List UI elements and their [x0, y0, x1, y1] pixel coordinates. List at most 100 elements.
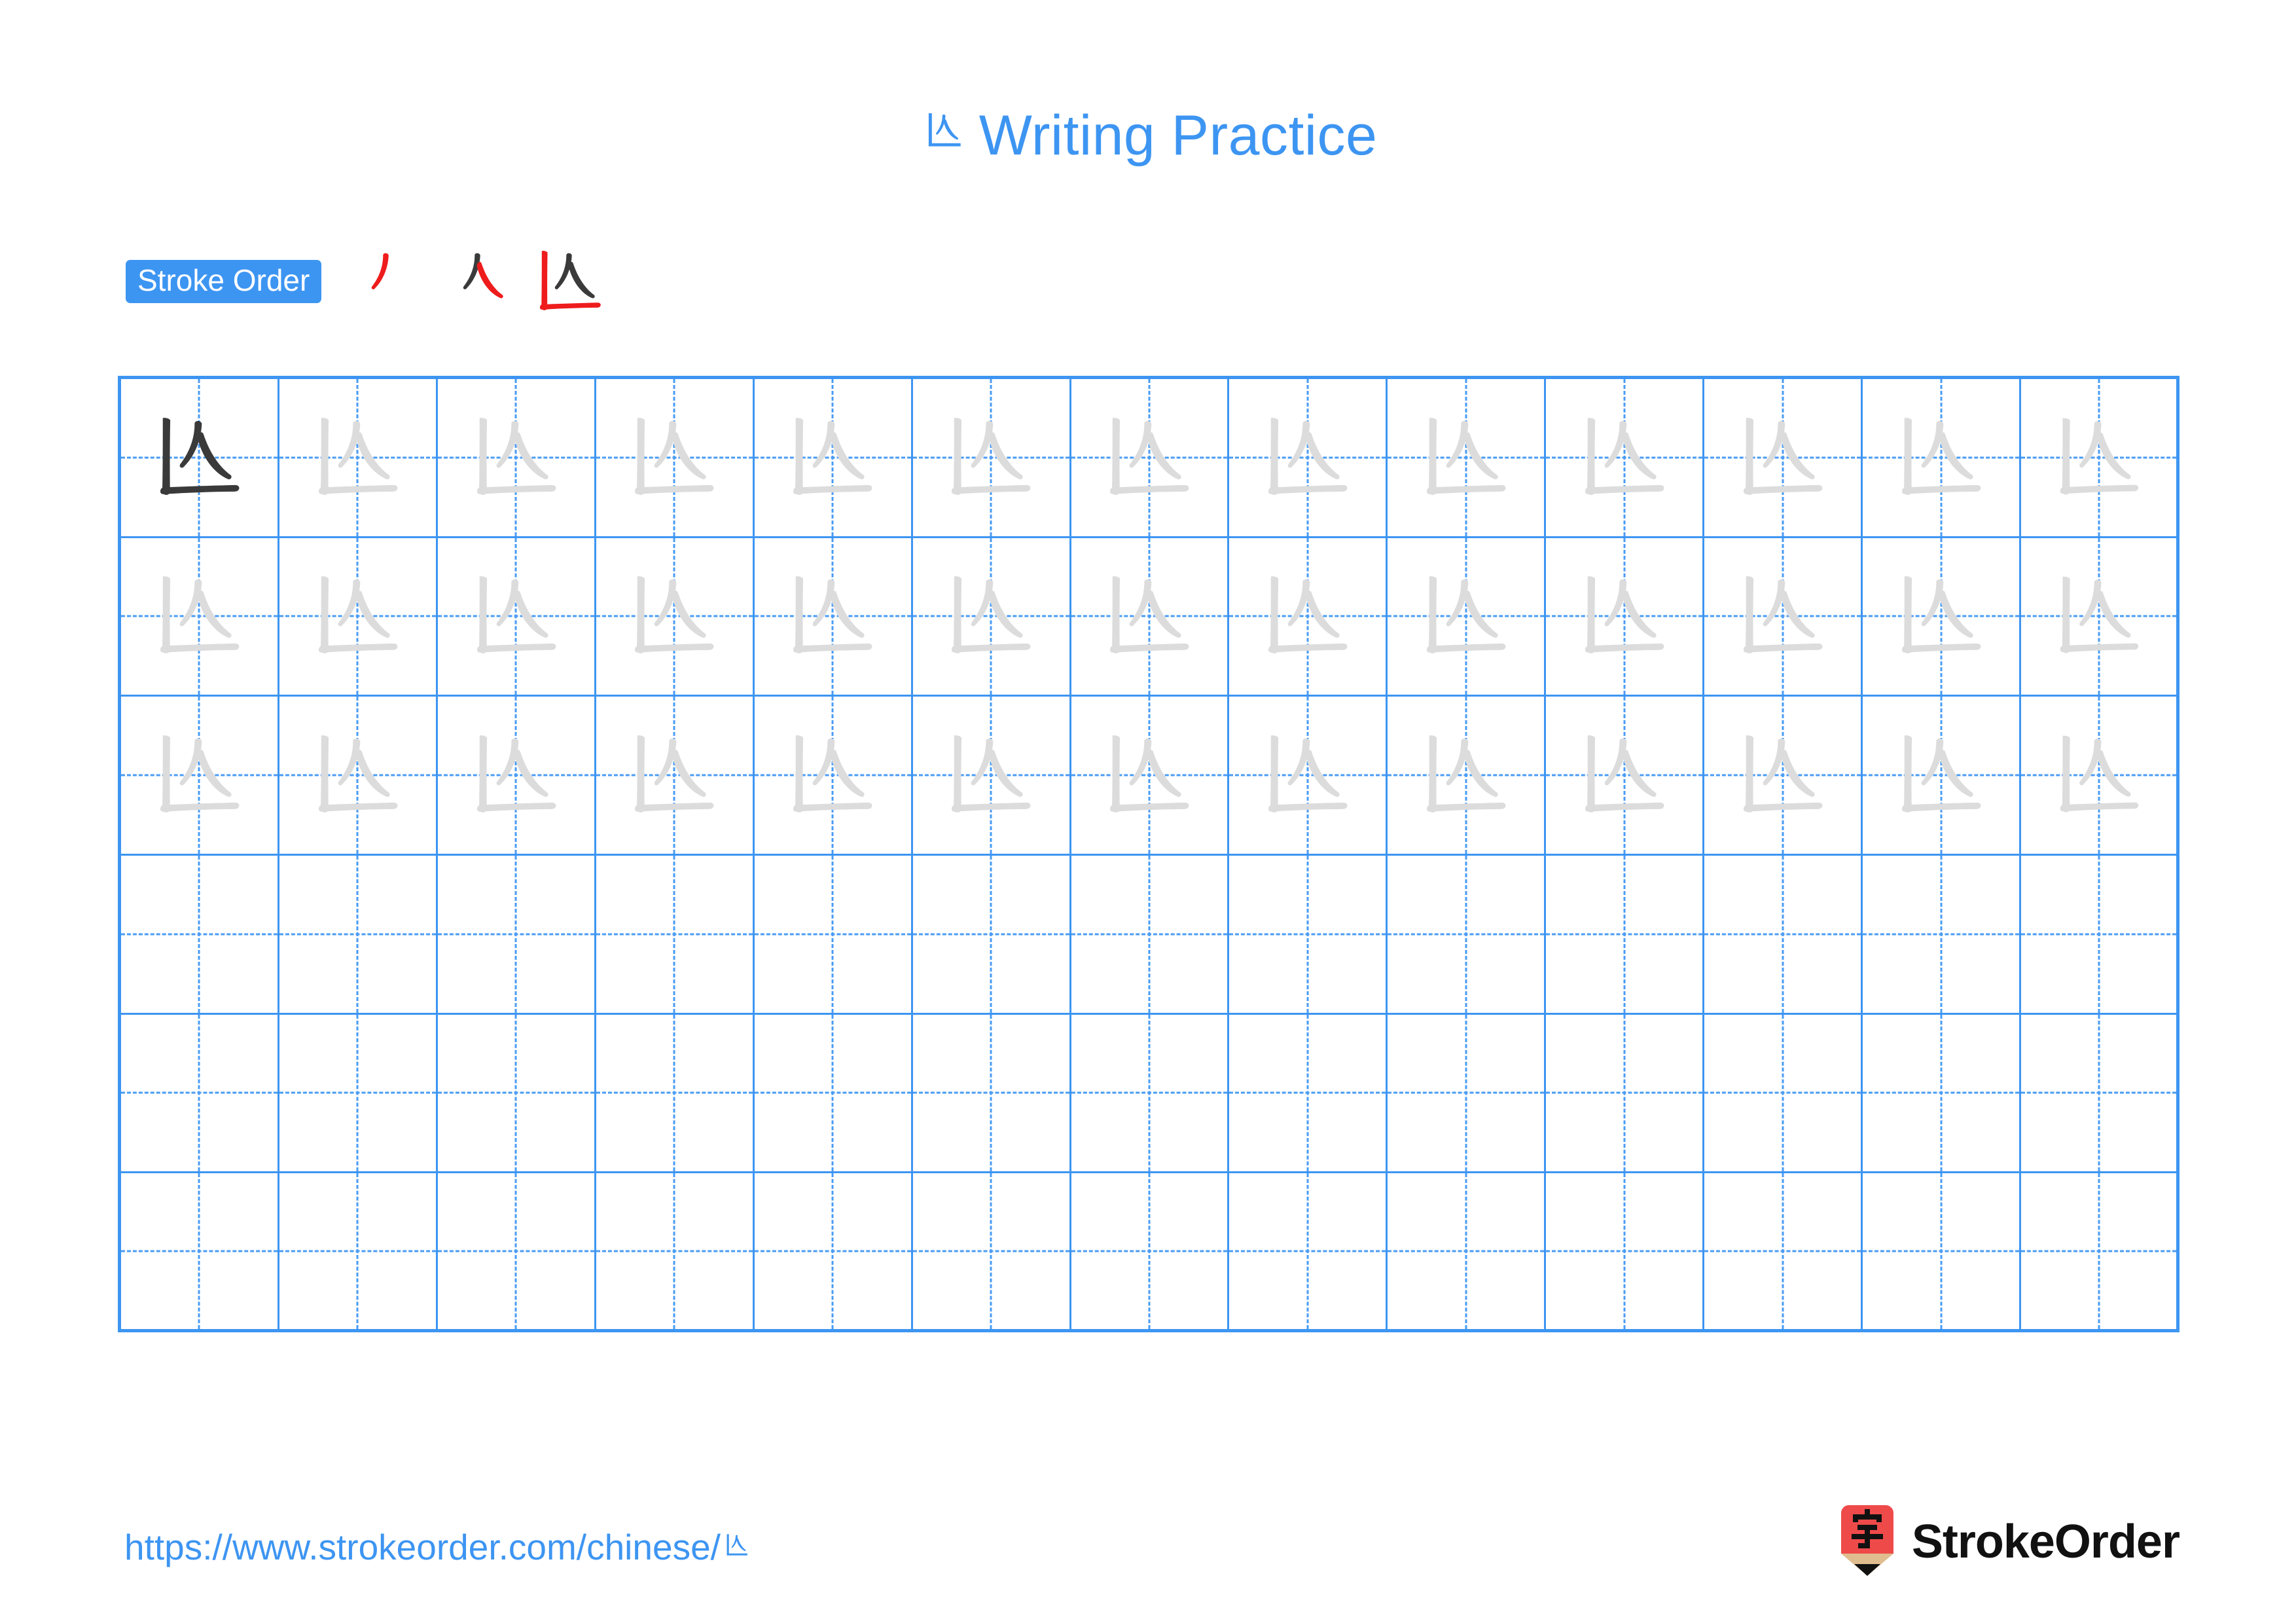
cell-guide-horizontal — [2021, 933, 2176, 936]
practice-cell-r4-c10[interactable] — [1546, 856, 1705, 1015]
practice-cell-r1-c5[interactable] — [754, 379, 913, 538]
practice-cell-r5-c6[interactable] — [912, 1014, 1071, 1174]
practice-cell-r2-c7[interactable] — [1071, 538, 1230, 697]
practice-cell-r5-c11[interactable] — [1704, 1014, 1863, 1174]
cell-guide-vertical — [990, 856, 992, 1013]
practice-cell-r4-c2[interactable] — [279, 856, 438, 1015]
practice-cell-r6-c8[interactable] — [1229, 1173, 1388, 1332]
practice-cell-r3-c12[interactable] — [1863, 697, 2022, 856]
tracing-character — [913, 697, 1069, 854]
practice-cell-r6-c5[interactable] — [754, 1173, 913, 1332]
char-stroke-1 — [2062, 418, 2070, 495]
practice-cell-r6-c4[interactable] — [596, 1173, 755, 1332]
practice-cell-r1-c8[interactable] — [1229, 379, 1388, 538]
practice-cell-r3-c1[interactable] — [121, 697, 279, 856]
practice-cell-r4-c12[interactable] — [1863, 856, 2022, 1015]
practice-cell-r5-c13[interactable] — [2021, 1014, 2179, 1174]
practice-cell-r3-c8[interactable] — [1229, 697, 1388, 856]
tracing-character — [755, 538, 911, 695]
practice-cell-r5-c9[interactable] — [1388, 1014, 1547, 1174]
practice-cell-r1-c6[interactable] — [912, 379, 1071, 538]
practice-cell-r2-c11[interactable] — [1704, 538, 1863, 697]
practice-cell-r2-c4[interactable] — [596, 538, 755, 697]
practice-cell-r2-c13[interactable] — [2021, 538, 2179, 697]
practice-cell-r1-c3[interactable] — [437, 379, 596, 538]
practice-cell-r4-c6[interactable] — [912, 856, 1071, 1015]
practice-cell-r2-c10[interactable] — [1546, 538, 1705, 697]
practice-cell-r6-c7[interactable] — [1071, 1173, 1230, 1332]
practice-cell-r5-c8[interactable] — [1229, 1014, 1388, 1174]
practice-cell-r1-c7[interactable] — [1071, 379, 1230, 538]
practice-cell-r3-c7[interactable] — [1071, 697, 1230, 856]
practice-cell-r1-c12[interactable] — [1863, 379, 2022, 538]
practice-cell-r6-c2[interactable] — [279, 1173, 438, 1332]
practice-cell-r4-c8[interactable] — [1229, 856, 1388, 1015]
practice-cell-r1-c2[interactable] — [279, 379, 438, 538]
cell-guide-horizontal — [1704, 1250, 1861, 1252]
practice-cell-r3-c3[interactable] — [437, 697, 596, 856]
practice-cell-r1-c4[interactable] — [596, 379, 755, 538]
brand-logo-block[interactable]: StrokeOrder — [1837, 1505, 2180, 1578]
practice-cell-r6-c10[interactable] — [1546, 1173, 1705, 1332]
practice-cell-r4-c1[interactable] — [121, 856, 279, 1015]
practice-cell-r4-c9[interactable] — [1388, 856, 1547, 1015]
practice-cell-r4-c7[interactable] — [1071, 856, 1230, 1015]
practice-cell-r5-c1[interactable] — [121, 1014, 279, 1174]
cell-guide-horizontal — [279, 1250, 436, 1252]
practice-cell-r5-c7[interactable] — [1071, 1014, 1230, 1174]
practice-cell-r2-c5[interactable] — [754, 538, 913, 697]
practice-cell-r5-c4[interactable] — [596, 1014, 755, 1174]
practice-cell-r1-c10[interactable] — [1546, 379, 1705, 538]
practice-cell-r6-c12[interactable] — [1863, 1173, 2022, 1332]
practice-cell-r2-c6[interactable] — [912, 538, 1071, 697]
practice-cell-r3-c11[interactable] — [1704, 697, 1863, 856]
practice-cell-r4-c4[interactable] — [596, 856, 755, 1015]
practice-cell-r5-c3[interactable] — [437, 1014, 596, 1174]
practice-cell-r4-c13[interactable] — [2021, 856, 2179, 1015]
char-stroke-3 — [1604, 420, 1627, 468]
char-stroke-4 — [1147, 431, 1181, 479]
practice-cell-r3-c10[interactable] — [1546, 697, 1705, 856]
practice-cell-r2-c3[interactable] — [437, 538, 596, 697]
practice-cell-r1-c9[interactable] — [1388, 379, 1547, 538]
practice-cell-r4-c3[interactable] — [437, 856, 596, 1015]
cell-guide-vertical — [1940, 856, 1943, 1013]
practice-cell-r5-c10[interactable] — [1546, 1014, 1705, 1174]
practice-cell-r4-c11[interactable] — [1704, 856, 1863, 1015]
char-stroke-4 — [831, 591, 865, 638]
practice-cell-r2-c1[interactable] — [121, 538, 279, 697]
char-stroke-1 — [795, 735, 804, 813]
cell-guide-vertical — [1465, 1173, 1467, 1329]
cell-guide-vertical — [673, 856, 675, 1013]
practice-cell-r6-c11[interactable] — [1704, 1173, 1863, 1332]
practice-cell-r6-c6[interactable] — [912, 1173, 1071, 1332]
practice-cell-r1-c13[interactable] — [2021, 379, 2179, 538]
practice-cell-r6-c13[interactable] — [2021, 1173, 2179, 1332]
practice-cell-r3-c13[interactable] — [2021, 697, 2179, 856]
char-stroke-3 — [1921, 739, 1944, 786]
char-stroke-3 — [338, 579, 360, 627]
tracing-character — [755, 379, 911, 536]
practice-cell-r2-c9[interactable] — [1388, 538, 1547, 697]
practice-cell-r5-c2[interactable] — [279, 1014, 438, 1174]
practice-cell-r2-c12[interactable] — [1863, 538, 2022, 697]
practice-cell-r1-c1[interactable] — [121, 379, 279, 538]
practice-cell-r2-c8[interactable] — [1229, 538, 1388, 697]
practice-cell-r6-c9[interactable] — [1388, 1173, 1547, 1332]
practice-cell-r6-c1[interactable] — [121, 1173, 279, 1332]
practice-cell-r5-c12[interactable] — [1863, 1014, 2022, 1174]
practice-cell-r2-c2[interactable] — [279, 538, 438, 697]
practice-cell-r1-c11[interactable] — [1704, 379, 1863, 538]
practice-cell-r3-c9[interactable] — [1388, 697, 1547, 856]
tracing-character — [121, 538, 278, 695]
practice-cell-r6-c3[interactable] — [437, 1173, 596, 1332]
practice-cell-r3-c4[interactable] — [596, 697, 755, 856]
practice-cell-r3-c2[interactable] — [279, 697, 438, 856]
source-url[interactable]: https://www.strokeorder.com/chinese/ — [124, 1529, 753, 1565]
cell-guide-horizontal — [437, 1250, 594, 1252]
practice-cell-r3-c6[interactable] — [912, 697, 1071, 856]
char-stroke-1 — [478, 576, 487, 654]
practice-cell-r3-c5[interactable] — [754, 697, 913, 856]
practice-cell-r5-c5[interactable] — [754, 1014, 913, 1174]
practice-cell-r4-c5[interactable] — [754, 856, 913, 1015]
